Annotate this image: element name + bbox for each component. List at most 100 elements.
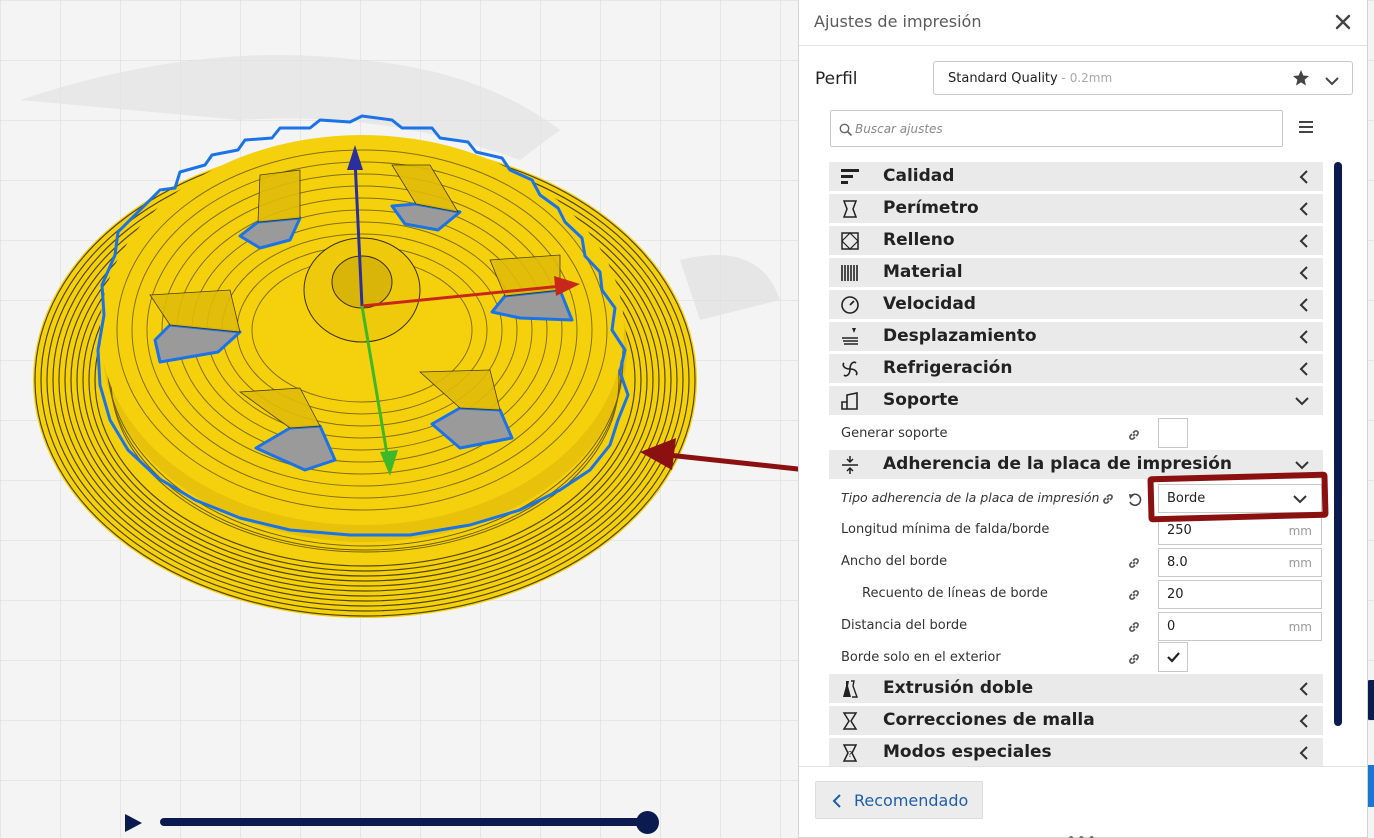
- min-skirt-length-field[interactable]: 250 mm: [1158, 516, 1322, 545]
- category-desplazamiento[interactable]: Desplazamiento: [829, 322, 1323, 351]
- link-icon[interactable]: [1101, 492, 1115, 506]
- play-icon[interactable]: [122, 811, 144, 835]
- link-icon[interactable]: [1127, 652, 1141, 666]
- infill-icon: [841, 232, 859, 250]
- settings-menu-icon[interactable]: [1297, 118, 1315, 136]
- brim-outside-only-checkbox[interactable]: [1158, 642, 1188, 672]
- setting-adhesion-type: Tipo adherencia de la placa de impresión…: [829, 482, 1323, 514]
- special-modes-icon: ?: [842, 744, 858, 762]
- chevron-left-icon: [1299, 202, 1308, 216]
- category-label: Desplazamiento: [883, 326, 1037, 346]
- category-label: Velocidad: [883, 294, 976, 314]
- category-label: Calidad: [883, 166, 955, 186]
- setting-brim-outside-only: Borde solo en el exterior: [829, 642, 1323, 674]
- profile-dropdown[interactable]: Standard Quality - 0.2mm: [933, 61, 1353, 95]
- category-label: Correcciones de malla: [883, 710, 1095, 730]
- category-relleno[interactable]: Relleno: [829, 226, 1323, 255]
- field-value: 20: [1167, 587, 1184, 602]
- category-correcciones-malla[interactable]: Correcciones de malla: [829, 706, 1323, 735]
- link-icon[interactable]: [1127, 428, 1141, 442]
- link-icon[interactable]: [1127, 588, 1141, 602]
- field-value: 8.0: [1167, 555, 1188, 570]
- setting-brim-distance: Distancia del borde 0 mm: [829, 610, 1323, 642]
- category-material[interactable]: Material: [829, 258, 1323, 287]
- panel-title: Ajustes de impresión: [814, 12, 982, 31]
- category-adherencia[interactable]: Adherencia de la placa de impresión: [829, 450, 1323, 479]
- adhesion-type-value: Borde: [1167, 491, 1206, 506]
- recommended-button[interactable]: Recomendado: [815, 781, 983, 819]
- reset-icon[interactable]: [1127, 492, 1143, 508]
- chevron-left-icon: [1299, 234, 1308, 248]
- category-label: Material: [883, 262, 963, 282]
- search-input[interactable]: [855, 119, 1275, 139]
- settings-scrollbar[interactable]: [1334, 162, 1342, 726]
- chevron-down-icon[interactable]: [1324, 72, 1340, 91]
- setting-brim-line-count: Recuento de líneas de borde 20: [829, 578, 1323, 610]
- brim-line-count-field[interactable]: 20: [1158, 580, 1322, 609]
- category-velocidad[interactable]: Velocidad: [829, 290, 1323, 319]
- chevron-left-icon: [832, 794, 841, 808]
- setting-brim-width: Ancho del borde 8.0 mm: [829, 546, 1323, 578]
- quality-icon: [841, 169, 859, 184]
- setting-label: Tipo adherencia de la placa de impresión: [841, 490, 1100, 505]
- chevron-left-icon: [1299, 170, 1308, 184]
- chevron-left-icon: [1299, 298, 1308, 312]
- category-extrusion-doble[interactable]: Extrusión doble: [829, 674, 1323, 703]
- profile-label: Perfil: [815, 69, 858, 89]
- brim-width-field[interactable]: 8.0 mm: [1158, 548, 1322, 577]
- panel-footer: Recomendado •••: [799, 766, 1367, 838]
- category-modos-especiales[interactable]: ? Modos especiales: [829, 738, 1323, 766]
- speed-icon: [841, 296, 859, 314]
- category-label: Adherencia de la placa de impresión: [883, 454, 1233, 474]
- setting-label: Longitud mínima de falda/borde: [841, 522, 1050, 537]
- chevron-down-icon: [1295, 461, 1309, 470]
- link-icon[interactable]: [1127, 556, 1141, 570]
- dual-extrusion-icon: [843, 680, 858, 698]
- setting-label: Borde solo en el exterior: [841, 650, 1001, 665]
- field-unit: mm: [1288, 524, 1312, 538]
- svg-text:?: ?: [848, 750, 852, 759]
- layer-slider-track[interactable]: [160, 818, 650, 826]
- field-unit: mm: [1288, 620, 1312, 634]
- adhesion-icon: [842, 456, 858, 474]
- chevron-left-icon: [1299, 682, 1308, 696]
- support-icon: [841, 392, 858, 410]
- fan-icon: [842, 361, 858, 377]
- recommended-label: Recomendado: [854, 791, 969, 810]
- brim-distance-field[interactable]: 0 mm: [1158, 612, 1322, 641]
- category-label: Perímetro: [883, 198, 979, 218]
- drag-handle-icon[interactable]: •••: [1067, 831, 1098, 838]
- category-label: Relleno: [883, 230, 955, 250]
- material-icon: [841, 265, 858, 281]
- setting-label: Ancho del borde: [841, 554, 948, 569]
- layer-slider-handle[interactable]: [636, 811, 659, 834]
- generate-support-checkbox[interactable]: [1158, 418, 1188, 448]
- category-soporte[interactable]: Soporte: [829, 386, 1323, 415]
- field-unit: mm: [1288, 556, 1312, 570]
- close-icon[interactable]: [1333, 12, 1353, 32]
- profile-layer-height: - 0.2mm: [1057, 71, 1113, 85]
- shell-icon: [842, 200, 858, 218]
- category-calidad[interactable]: Calidad: [829, 162, 1323, 191]
- category-label: Soporte: [883, 390, 959, 410]
- search-field[interactable]: [830, 110, 1283, 147]
- print-settings-panel: Ajustes de impresión Perfil Standard Qua…: [798, 0, 1368, 838]
- category-refrigeracion[interactable]: Refrigeración: [829, 354, 1323, 383]
- chevron-left-icon: [1299, 714, 1308, 728]
- panel-header: Ajustes de impresión: [799, 0, 1367, 46]
- setting-label: Generar soporte: [841, 426, 948, 441]
- adhesion-type-dropdown[interactable]: Borde: [1158, 484, 1322, 513]
- chevron-left-icon: [1299, 362, 1308, 376]
- chevron-left-icon: [1299, 330, 1308, 344]
- chevron-down-icon: [1293, 495, 1307, 504]
- star-icon[interactable]: [1292, 69, 1310, 91]
- settings-list: Calidad Perímetro Relleno Material Veloc…: [829, 160, 1323, 766]
- category-perimetro[interactable]: Perímetro: [829, 194, 1323, 223]
- mesh-fix-icon: [842, 712, 858, 730]
- setting-min-skirt-length: Longitud mínima de falda/borde 250 mm: [829, 514, 1323, 546]
- setting-generate-support: Generar soporte: [829, 418, 1323, 450]
- link-icon[interactable]: [1127, 620, 1141, 634]
- profile-name: Standard Quality - 0.2mm: [948, 71, 1113, 86]
- chevron-left-icon: [1299, 746, 1308, 760]
- travel-icon: [842, 328, 858, 345]
